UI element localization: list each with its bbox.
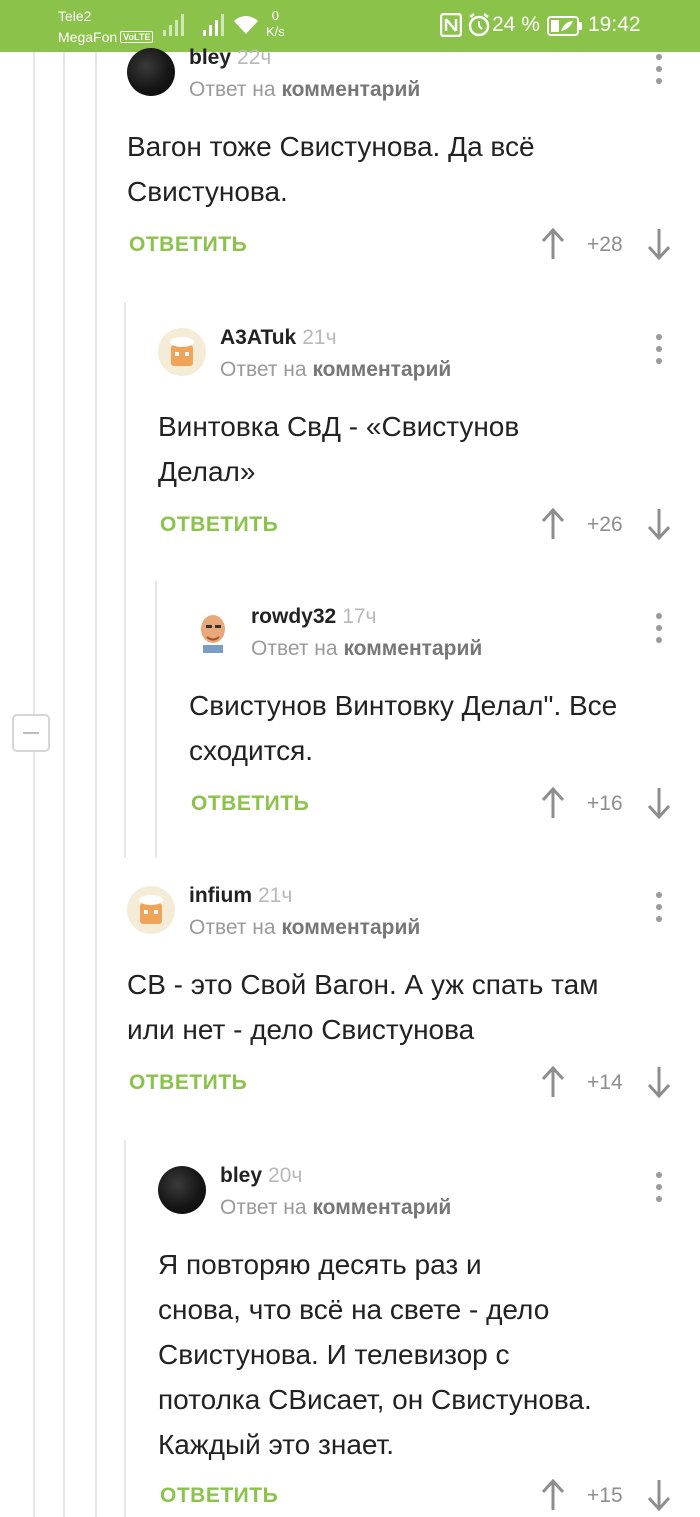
comment-score: +16 — [587, 792, 623, 815]
reply-button[interactable]: ОТВЕТИТЬ — [160, 1484, 278, 1508]
more-options-icon[interactable] — [656, 54, 662, 84]
user-avatar[interactable] — [189, 607, 237, 655]
downvote-arrow-icon[interactable] — [646, 228, 672, 260]
nfc-icon — [440, 13, 462, 37]
thread-line — [95, 52, 97, 1517]
comment-score: +26 — [587, 513, 623, 536]
comment-header: bley 20ч — [220, 1164, 302, 1188]
more-options-icon[interactable] — [656, 1172, 662, 1202]
comment-header: A3ATuk 21ч — [220, 326, 337, 350]
reply-to-link[interactable]: комментарий — [281, 916, 420, 939]
comment-time: 21ч — [302, 326, 337, 349]
thread-line — [124, 302, 126, 858]
upvote-arrow-icon[interactable] — [540, 1066, 566, 1098]
reply-to: Ответ на комментарий — [220, 1196, 452, 1219]
net-speed: 0 K/s — [266, 8, 285, 39]
volte-badge: VoLTE — [120, 31, 154, 43]
collapse-thread-button[interactable] — [12, 714, 50, 752]
wifi-icon — [234, 16, 258, 34]
signal-icon — [163, 14, 184, 36]
carrier-megafon: MegaFon VoLTE — [58, 29, 154, 45]
thread-line — [155, 581, 157, 858]
downvote-arrow-icon[interactable] — [646, 787, 672, 819]
reply-to-link[interactable]: комментарий — [312, 358, 451, 381]
comment-text: Я повторяю десять раз и снова, что всё на… — [158, 1249, 592, 1460]
upvote-arrow-icon[interactable] — [540, 787, 566, 819]
username[interactable]: rowdy32 — [251, 605, 336, 628]
reply-button[interactable]: ОТВЕТИТЬ — [160, 513, 278, 537]
comment-score: +28 — [587, 233, 623, 256]
reply-to-link[interactable]: комментарий — [312, 1196, 451, 1219]
comment-text: Винтовка СвД - «Свистунов Делал» — [158, 411, 520, 487]
reply-to: Ответ на комментарий — [220, 358, 452, 381]
status-bar: Tele2 MegaFon VoLTE 0 K/s 24 % 19:42 — [0, 0, 700, 52]
username[interactable]: bley — [189, 46, 231, 69]
username[interactable]: bley — [220, 1164, 262, 1187]
reply-to: Ответ на комментарий — [189, 78, 421, 101]
user-avatar[interactable] — [158, 1166, 206, 1214]
comment-header: bley 22ч — [189, 46, 271, 70]
upvote-arrow-icon[interactable] — [540, 1479, 566, 1511]
reply-button[interactable]: ОТВЕТИТЬ — [191, 792, 309, 816]
reply-button[interactable]: ОТВЕТИТЬ — [129, 233, 247, 257]
battery-icon — [547, 16, 582, 36]
carrier-tele2: Tele2 — [58, 8, 92, 24]
alarm-icon — [468, 13, 490, 37]
comment-text: СВ - это Свой Вагон. А уж спать там или н… — [127, 969, 599, 1045]
reply-button[interactable]: ОТВЕТИТЬ — [129, 1071, 247, 1095]
upvote-arrow-icon[interactable] — [540, 508, 566, 540]
thread-line — [33, 752, 35, 1517]
upvote-arrow-icon[interactable] — [540, 228, 566, 260]
comment-time: 20ч — [268, 1164, 303, 1187]
more-options-icon[interactable] — [656, 892, 662, 922]
comment-score: +14 — [587, 1071, 623, 1094]
clock: 19:42 — [588, 13, 641, 36]
reply-to-link[interactable]: комментарий — [281, 78, 420, 101]
comment-score: +15 — [587, 1484, 623, 1507]
reply-to: Ответ на комментарий — [251, 637, 483, 660]
reply-to: Ответ на комментарий — [189, 916, 421, 939]
thread-line — [63, 52, 65, 1517]
thread-line — [124, 1140, 126, 1517]
reply-to-link[interactable]: комментарий — [343, 637, 482, 660]
downvote-arrow-icon[interactable] — [646, 1479, 672, 1511]
comment-text: Вагон тоже Свистунова. Да всё Свистунова. — [127, 131, 535, 207]
comment-text: Свистунов Винтовку Делал". Все сходится. — [189, 690, 618, 766]
thread-line — [33, 52, 35, 714]
comment-time: 22ч — [237, 46, 272, 69]
comment-time: 17ч — [342, 605, 377, 628]
user-avatar[interactable] — [127, 886, 175, 934]
comment-header: infium 21ч — [189, 884, 292, 908]
more-options-icon[interactable] — [656, 613, 662, 643]
username[interactable]: infium — [189, 884, 252, 907]
username[interactable]: A3ATuk — [220, 326, 296, 349]
downvote-arrow-icon[interactable] — [646, 1066, 672, 1098]
comment-header: rowdy32 17ч — [251, 605, 377, 629]
user-avatar[interactable] — [127, 48, 175, 96]
comment-time: 21ч — [258, 884, 293, 907]
downvote-arrow-icon[interactable] — [646, 508, 672, 540]
signal-icon — [203, 14, 224, 36]
battery-percent: 24 % — [492, 13, 540, 36]
user-avatar[interactable] — [158, 328, 206, 376]
more-options-icon[interactable] — [656, 334, 662, 364]
